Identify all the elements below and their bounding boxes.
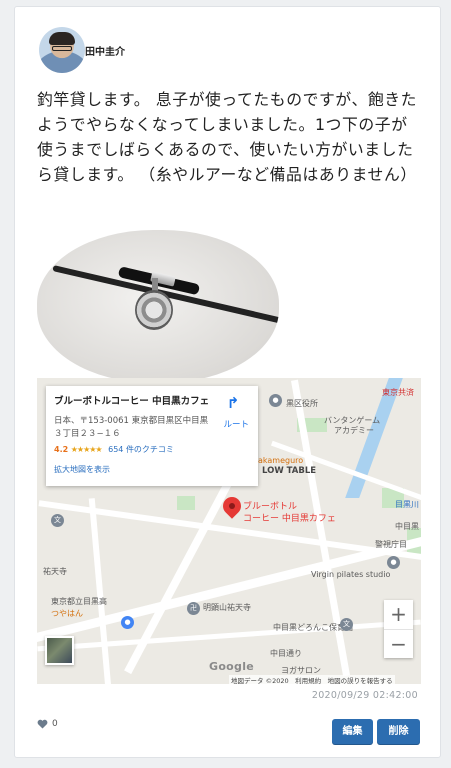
zoom-in-button[interactable]: + <box>384 600 413 630</box>
route-link[interactable]: ルート <box>223 418 249 430</box>
avatar[interactable] <box>39 27 85 73</box>
satellite-toggle[interactable] <box>45 636 74 665</box>
heart-icon <box>37 719 48 729</box>
map-label-bantan-2: アカデミー <box>334 426 374 435</box>
map-label-akameguro: akameguro <box>258 456 304 465</box>
map-label-virgin: Virgin pilates studio <box>311 570 391 579</box>
poi-icon[interactable]: 文 <box>340 618 353 631</box>
map-label-nakameguro: 中目黒 <box>395 522 419 531</box>
reviews-link[interactable]: 654 件のクチコミ <box>108 445 174 454</box>
map-label-nakameguro-st: 中目通り <box>270 649 302 658</box>
google-logo: Google <box>209 660 255 673</box>
place-name: ブルーボトルコーヒー 中目黒カフェ <box>54 396 210 407</box>
map-label-ward-office: 黒区役所 <box>286 399 318 408</box>
like-button[interactable]: 0 <box>37 719 58 729</box>
like-count: 0 <box>52 719 58 729</box>
map-label-police: 警視庁目 <box>375 540 407 549</box>
map-label-meguro-river: 目黒川 <box>395 500 419 509</box>
poi-icon[interactable]: ● <box>269 394 282 407</box>
enlarge-map-link[interactable]: 拡大地図を表示 <box>54 464 250 475</box>
post-timestamp: 2020/09/29 02:42:00 <box>311 690 418 701</box>
place-address: 日本、〒153-0061 東京都目黒区中目黒３丁目２３−１６ <box>54 416 209 439</box>
zoom-control: + − <box>384 600 413 658</box>
map-label-tokyo-kyosai: 東京共済 <box>382 388 414 397</box>
rating-value: 4.2 <box>54 445 69 454</box>
author-name[interactable]: 田中圭介 <box>85 43 125 58</box>
map-label-high-school: 東京都立目黒高 <box>51 597 107 606</box>
map-label-tsuyahan: つやはん <box>51 609 83 618</box>
place-rating: 4.2 ★★★★★ 654 件のクチコミ <box>54 444 250 455</box>
poi-icon[interactable]: 文 <box>51 514 64 527</box>
embedded-map[interactable]: 東京共済 黒区役所 バンタンゲーム アカデミー akameguro LOW TA… <box>37 378 421 684</box>
directions-icon[interactable]: ↱ <box>224 394 242 412</box>
edit-button[interactable]: 編集 <box>332 719 373 745</box>
pin-label: ブルーボトル コーヒー 中目黒カフェ <box>243 502 336 524</box>
place-info-card: ブルーボトルコーヒー 中目黒カフェ 日本、〒153-0061 東京都目黒区中目黒… <box>46 386 258 486</box>
poi-icon[interactable]: 卍 <box>187 602 200 615</box>
fishing-rod-photo[interactable] <box>37 230 279 383</box>
map-label-yutenji: 祐天寺 <box>43 567 67 576</box>
post-body: 釣竿貸します。 息子が使ってたものですが、飽きたようでやらなくなってしまいました… <box>37 90 418 184</box>
poi-icon[interactable]: ● <box>121 616 134 629</box>
map-label-low-table: LOW TABLE <box>262 466 317 476</box>
delete-button[interactable]: 削除 <box>377 719 420 745</box>
zoom-out-button[interactable]: − <box>384 630 413 659</box>
map-attribution[interactable]: 地図データ ©2020 利用規約 地図の誤りを報告する <box>229 675 395 684</box>
map-label-myokenzan: 明顕山祐天寺 <box>203 603 251 612</box>
post-card: 田中圭介 釣竿貸します。 息子が使ってたものですが、飽きたようでやらなくなってし… <box>14 6 441 758</box>
rating-stars: ★★★★★ <box>70 445 103 454</box>
poi-icon[interactable]: ● <box>387 556 400 569</box>
